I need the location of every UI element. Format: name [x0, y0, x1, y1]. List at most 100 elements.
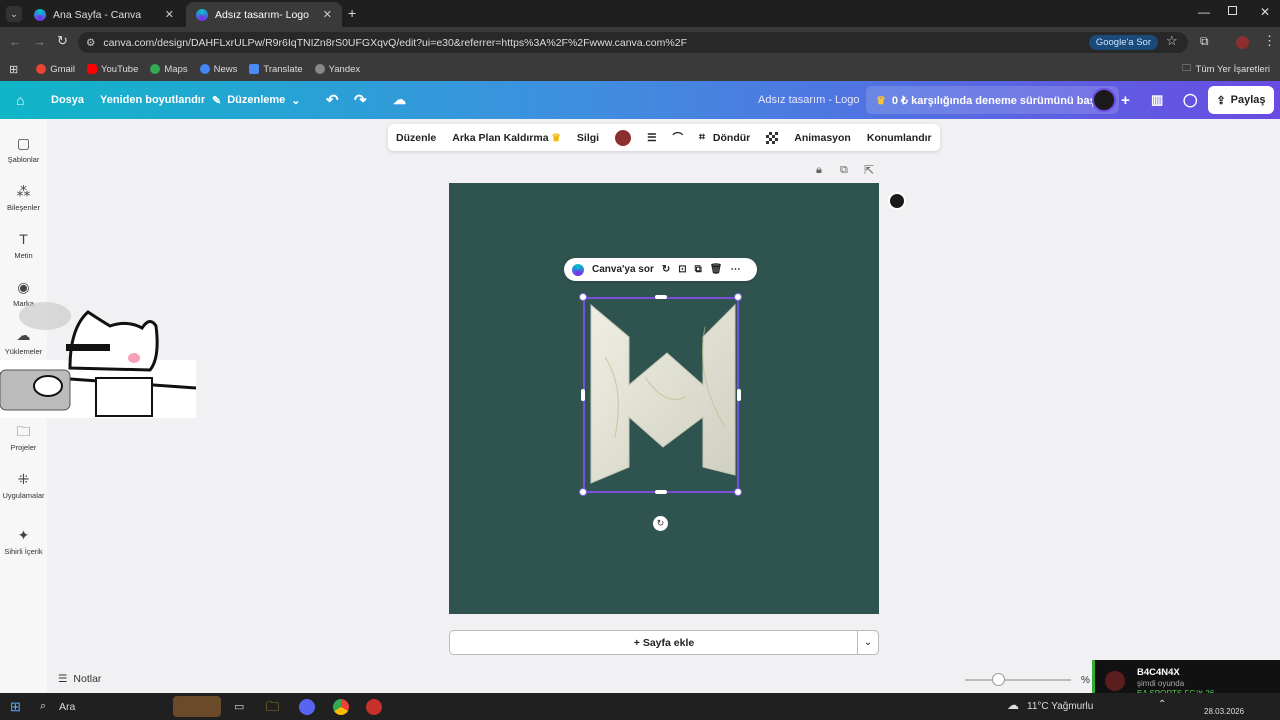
bookmark-news[interactable]: News	[199, 64, 237, 75]
extensions-icon[interactable]: ⧉	[1200, 34, 1209, 49]
duplicate-page-icon[interactable]: ⧉	[840, 164, 848, 177]
chrome-icon[interactable]	[333, 699, 349, 715]
resize-handle-tr[interactable]	[734, 293, 742, 301]
sidebar-item-elements[interactable]: ⁂ Bileşenler	[0, 183, 47, 212]
regenerate-icon[interactable]: ↻	[662, 264, 670, 275]
editing-menu[interactable]: ✎ Düzenleme ⌄	[212, 81, 301, 119]
tab-design[interactable]: Adsız tasarım- Logo ✕	[186, 2, 342, 27]
cloud-save-icon[interactable]: ☁	[393, 81, 406, 119]
site-info-icon[interactable]: ⚙	[86, 37, 95, 49]
eraser-button[interactable]: Silgi	[577, 132, 599, 144]
crop-icon[interactable]: ⌗	[699, 131, 705, 144]
share-button[interactable]: ⇪ Paylaş	[1208, 86, 1274, 114]
insights-icon[interactable]: ▥	[1151, 81, 1163, 119]
rotate-button[interactable]: Döndür	[713, 132, 750, 144]
zoom-slider-thumb[interactable]	[992, 673, 1005, 686]
add-page-chevron-icon[interactable]: ⌄	[857, 630, 879, 655]
notes-button[interactable]: ☰ Notlar	[58, 673, 101, 685]
collaborator-avatar[interactable]	[888, 192, 906, 210]
file-explorer-icon[interactable]: 🗀	[266, 698, 279, 720]
window-close-icon[interactable]: ✕	[1260, 5, 1270, 19]
border-style-icon[interactable]: ☰	[647, 132, 656, 144]
resize-handle-top[interactable]	[655, 295, 667, 299]
trash-icon[interactable]: 🗑︎	[710, 264, 723, 275]
close-icon[interactable]: ✕	[165, 8, 174, 21]
reload-icon[interactable]: ↻	[57, 33, 68, 49]
redo-icon[interactable]: ↷	[354, 81, 367, 119]
bookmark-youtube[interactable]: YouTube	[87, 64, 138, 75]
sidebar-item-label: Bileşenler	[7, 203, 40, 212]
bg-remove-button[interactable]: Arka Plan Kaldırma ♛	[452, 132, 561, 144]
weather-text[interactable]: 11°C Yağmurlu	[1027, 701, 1093, 712]
resize-handle-br[interactable]	[734, 488, 742, 496]
more-icon[interactable]: ⋯	[730, 264, 740, 275]
animate-button[interactable]: Animasyon	[794, 132, 851, 144]
sidebar-item-magic[interactable]: ✦ Sihirli İçerik	[0, 527, 47, 556]
sidebar-item-templates[interactable]: ▢ Şablonlar	[0, 135, 47, 164]
tab-home[interactable]: Ana Sayfa - Canva ✕	[24, 2, 184, 27]
position-button[interactable]: Konumlandır	[867, 132, 932, 144]
pencil-icon: ✎	[212, 94, 222, 107]
undo-icon[interactable]: ↶	[326, 81, 339, 119]
all-bookmarks[interactable]: 🗀 Tüm Yer İşaretleri	[1182, 61, 1270, 77]
star-icon[interactable]: ☆	[1166, 33, 1178, 49]
menu-icon[interactable]: ⋮	[1263, 33, 1276, 49]
sidebar-item-projects[interactable]: 🗀 Projeler	[0, 423, 47, 452]
add-page-button[interactable]: + Sayfa ekle	[449, 630, 879, 655]
windows-start-icon[interactable]: ⊞	[10, 699, 21, 715]
back-icon[interactable]: ←	[9, 34, 22, 49]
canva-ai-icon	[572, 263, 584, 276]
minimize-icon[interactable]: —	[1198, 5, 1210, 19]
resize-handle-left[interactable]	[581, 389, 585, 401]
user-avatar[interactable]	[1092, 88, 1116, 112]
edit-button[interactable]: Düzenle	[396, 132, 436, 144]
home-icon[interactable]: ⌂	[16, 81, 24, 119]
bookmark-translate[interactable]: Translate	[249, 64, 303, 75]
bookmark-yandex[interactable]: Yandex	[314, 64, 360, 75]
app-icon[interactable]	[366, 699, 382, 715]
resize-button[interactable]: Yeniden boyutlandır	[100, 81, 205, 119]
system-tray-icon[interactable]: ⌃	[1158, 699, 1166, 710]
design-canvas[interactable]: Canva'ya sor ↻ ⊡ ⧉ 🗑︎ ⋯ ↻	[449, 183, 879, 614]
sidebar-item-text[interactable]: T Metin	[0, 231, 47, 260]
bookmark-gmail[interactable]: Gmail	[36, 64, 75, 75]
apps-grid-icon[interactable]: ⊞	[9, 63, 18, 76]
task-view-icon[interactable]: ▭	[234, 700, 244, 713]
transparency-icon[interactable]	[766, 131, 779, 144]
forward-icon[interactable]: →	[33, 34, 46, 49]
file-menu[interactable]: Dosya	[51, 81, 84, 119]
comment-icon[interactable]: ◯	[1183, 81, 1198, 119]
duplicate-icon[interactable]: ⧉	[695, 264, 702, 275]
lock-icon[interactable]: 🔒︎	[816, 164, 822, 177]
zoom-slider[interactable]	[965, 679, 1071, 681]
add-icon[interactable]: +	[1121, 81, 1130, 119]
add-page-icon[interactable]: ⇱	[864, 163, 874, 177]
resize-handle-tl[interactable]	[579, 293, 587, 301]
design-title[interactable]: Adsız tasarım - Logo	[758, 81, 860, 119]
resize-handle-right[interactable]	[737, 389, 741, 401]
color-swatch[interactable]	[615, 129, 632, 146]
lock-icon[interactable]: ⊡	[678, 264, 686, 275]
ask-canva-button[interactable]: Canva'ya sor	[592, 264, 654, 275]
cat-sticker-image	[0, 302, 196, 418]
discord-icon[interactable]	[299, 699, 315, 715]
search-icon[interactable]: ⌕	[40, 700, 46, 713]
sidebar-item-apps[interactable]: ⁜ Uygulamalar	[0, 471, 47, 500]
maximize-icon[interactable]	[1228, 6, 1237, 15]
google-ask-button[interactable]: Google'a Sor	[1088, 35, 1158, 50]
zoom-percent[interactable]: %	[1081, 675, 1090, 686]
profile-avatar[interactable]	[1236, 36, 1249, 49]
new-tab-icon[interactable]: +	[348, 5, 356, 21]
taskbar-search[interactable]: Ara	[59, 701, 75, 713]
rotate-handle-icon[interactable]: ↻	[653, 516, 668, 531]
bookmark-maps[interactable]: Maps	[150, 64, 188, 75]
date-text[interactable]: 28.03.2026	[1204, 707, 1244, 716]
address-bar[interactable]: ⚙ canva.com/design/DAHFLxrULPw/R9r6IqTNI…	[78, 32, 1188, 53]
corner-rounding-icon[interactable]: ⌒	[673, 130, 684, 145]
close-icon[interactable]: ✕	[323, 8, 332, 21]
browser-tab-bar: ⌄ Ana Sayfa - Canva ✕ Adsız tasarım- Log…	[0, 0, 1280, 27]
resize-handle-bottom[interactable]	[655, 490, 667, 494]
resize-handle-bl[interactable]	[579, 488, 587, 496]
start-trial-button[interactable]: ♛ 0 ₺ karşılığında deneme sürümünü başla…	[866, 86, 1119, 114]
tab-list-chevron-icon[interactable]: ⌄	[6, 6, 22, 22]
